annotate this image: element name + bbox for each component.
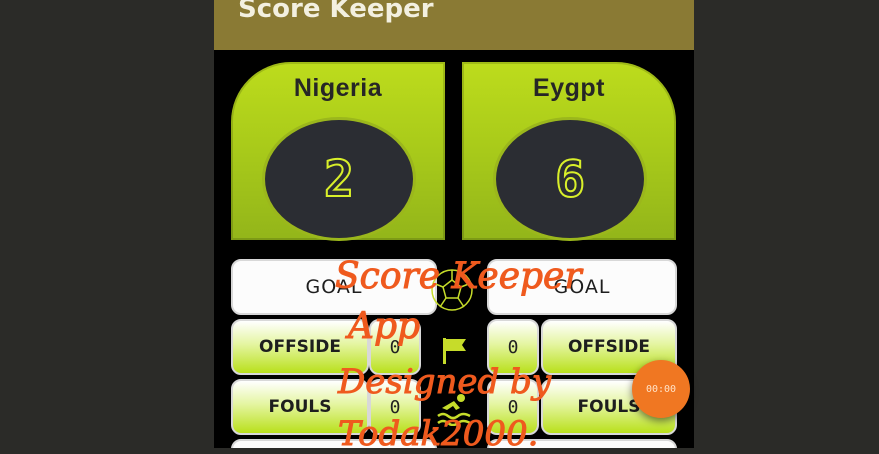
app-title: Score Keeper (238, 0, 434, 24)
team-score-right: 6 (554, 149, 586, 209)
team-score-left: 2 (323, 149, 355, 209)
team-card-left: Nigeria 2 (231, 62, 445, 240)
team-name-left: Nigeria (293, 74, 383, 102)
score-display-left: 2 (265, 120, 413, 238)
timer-fab-button[interactable]: 00:00 (632, 360, 690, 418)
overlay-title-line: Score Keeper (335, 256, 583, 298)
team-name-right: Eygpt (533, 74, 605, 102)
app-bar: Score Keeper (214, 0, 694, 50)
team-card-right: Eygpt 6 (462, 62, 676, 240)
score-display-right: 6 (496, 120, 644, 238)
overlay-designed-line: Designed by (337, 362, 552, 403)
overlay-author-line: Todak2000. (337, 414, 539, 454)
overlay-app-line: App (347, 306, 421, 348)
